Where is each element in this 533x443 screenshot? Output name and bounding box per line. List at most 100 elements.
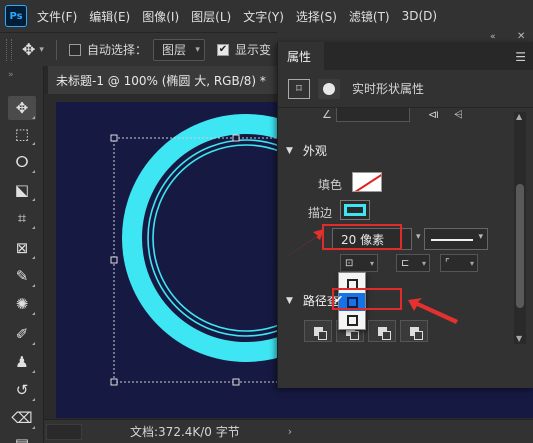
mask-properties-icon[interactable]: [318, 78, 340, 99]
document-tab-bar: 未标题-1 @ 100% (椭圆 大, RGB/8) *: [44, 66, 288, 94]
gradient-tool-icon: ▤: [15, 435, 29, 443]
move-tool-icon: ✥: [15, 99, 29, 117]
photoshop-logo: Ps: [5, 5, 27, 27]
align-outside-icon: [346, 314, 358, 326]
spot-heal-tool-icon: ✺: [15, 295, 29, 313]
eyedropper-tool-icon: ✎: [15, 267, 29, 285]
chevron-down-icon: ▾: [478, 232, 483, 242]
stroke-align-dropdown[interactable]: ⊡ ▾: [340, 254, 378, 272]
stroke-corners-dropdown[interactable]: ⌜ ▾: [440, 254, 478, 272]
crop-tool-button[interactable]: ⌗: [8, 206, 36, 230]
path-ops-section-header[interactable]: ▼ 路径查: [286, 292, 339, 309]
combine-shapes-icon: [313, 326, 327, 340]
brush-tool-button[interactable]: ✐: [8, 322, 36, 346]
auto-select-checkbox[interactable]: [68, 43, 81, 56]
document-tab[interactable]: 未标题-1 @ 100% (椭圆 大, RGB/8) *: [48, 66, 288, 94]
auto-select-label: 自动选择：: [86, 43, 147, 57]
status-bar: 文档:372.4K/0 字节 ›: [44, 419, 533, 443]
brush-tool-icon: ✐: [15, 325, 29, 343]
chevron-down-icon: ▾: [469, 258, 474, 268]
eraser-tool-button[interactable]: ⌫: [8, 406, 36, 430]
intersect-shapes-button[interactable]: [368, 320, 396, 342]
tool-group-indicator: [32, 170, 35, 173]
object-select-tool-icon: ⬕: [14, 181, 30, 199]
fill-swatch[interactable]: [352, 172, 382, 192]
menu-layer[interactable]: 图层(L): [191, 8, 231, 25]
exclude-overlap-icon: [409, 326, 423, 340]
collapse-panels-icon[interactable]: «: [490, 32, 496, 42]
scrollbar-thumb[interactable]: [516, 184, 524, 308]
lasso-tool-icon: ⵔ: [15, 153, 29, 171]
eyedropper-tool-button[interactable]: ✎: [8, 264, 36, 288]
chevron-down-icon[interactable]: ▾: [416, 232, 421, 242]
angle-field[interactable]: [336, 108, 410, 122]
shape-properties-row: ⌑ 实时形状属性: [278, 70, 533, 108]
menu-image[interactable]: 图像(I): [142, 8, 179, 25]
history-brush-tool-button[interactable]: ↺: [8, 378, 36, 402]
toolbar-collapse-icon[interactable]: »: [8, 70, 15, 80]
menu-type[interactable]: 文字(Y): [243, 8, 284, 25]
stroke-swatch[interactable]: [340, 200, 370, 220]
flip-horizontal-icon[interactable]: ⧏: [428, 108, 439, 121]
chevron-down-icon: ▾: [421, 258, 426, 268]
stamp-tool-button[interactable]: ♟: [8, 350, 36, 374]
transform-handle: [110, 134, 118, 142]
shape-properties-title: 实时形状属性: [352, 82, 425, 96]
chevron-right-icon[interactable]: ›: [288, 425, 292, 438]
document-info: 文档:372.4K/0 字节: [130, 425, 240, 439]
shape-properties-icon[interactable]: ⌑: [288, 78, 310, 99]
no-fill-slash: [353, 173, 381, 191]
scroll-down-icon[interactable]: ▼: [516, 334, 522, 343]
properties-panel: 属性 ☰ ⌑ 实时形状属性 ∠ ⧏ ⩤ ▼ 外观 填色 描边 20 像素 ▾ ▾…: [277, 42, 533, 388]
intersect-shapes-icon: [377, 326, 391, 340]
auto-select-target-dropdown[interactable]: 图层 ▾: [152, 38, 205, 61]
menu-bar: Ps 文件(F) 编辑(E) 图像(I) 图层(L) 文字(Y) 选择(S) 滤…: [0, 0, 533, 32]
exclude-overlap-button[interactable]: [400, 320, 428, 342]
frame-tool-icon: ⊠: [15, 239, 29, 257]
align-inside-icon: ⊡: [345, 257, 354, 269]
chevron-down-icon: ▼: [286, 295, 293, 306]
chevron-down-icon[interactable]: ▾: [39, 45, 44, 55]
scroll-up-icon[interactable]: ▲: [516, 112, 522, 121]
angle-icon: ∠: [322, 108, 332, 121]
tab-properties[interactable]: 属性: [278, 42, 324, 70]
panel-menu-icon[interactable]: ☰: [515, 50, 526, 64]
menu-select[interactable]: 选择(S): [296, 8, 337, 25]
tools-panel: » ✥ ⬚ ⵔ ⬕ ⌗ ⊠ ✎ ✺ ✐ ♟ ↺ ⌫ ▤: [0, 66, 44, 443]
marquee-tool-button[interactable]: ⬚: [8, 122, 36, 146]
combine-shapes-button[interactable]: [304, 320, 332, 342]
options-bar-grip[interactable]: [6, 38, 12, 61]
chevron-down-icon: ▾: [369, 258, 374, 268]
solid-line-icon: [431, 239, 473, 241]
caps-icon: ⊏: [401, 257, 410, 269]
object-select-tool-button[interactable]: ⬕: [8, 178, 36, 202]
gradient-tool-button[interactable]: ▤: [8, 432, 36, 443]
tool-group-indicator: [32, 284, 35, 287]
menu-edit[interactable]: 编辑(E): [89, 8, 130, 25]
close-icon[interactable]: ✕: [517, 31, 525, 42]
panel-scrollbar[interactable]: ▲ ▼: [514, 112, 526, 344]
spot-heal-tool-button[interactable]: ✺: [8, 292, 36, 316]
menu-filter[interactable]: 滤镜(T): [349, 8, 390, 25]
zoom-field[interactable]: [46, 423, 82, 440]
lasso-tool-button[interactable]: ⵔ: [8, 150, 36, 174]
menu-file[interactable]: 文件(F): [37, 8, 77, 25]
chevron-down-icon: ▼: [286, 145, 293, 156]
tool-group-indicator: [32, 312, 35, 315]
frame-tool-button[interactable]: ⊠: [8, 236, 36, 260]
move-tool-button[interactable]: ✥: [8, 96, 36, 120]
show-transform-checkbox[interactable]: ✔: [216, 43, 229, 56]
stroke-caps-dropdown[interactable]: ⊏ ▾: [396, 254, 430, 272]
show-transform-label: 显示变: [234, 43, 271, 57]
panel-header: 属性 ☰: [278, 42, 533, 70]
stroke-type-dropdown[interactable]: ▾: [424, 228, 488, 250]
appearance-section-header[interactable]: ▼ 外观: [286, 142, 327, 159]
transform-handle: [232, 378, 240, 386]
tool-group-indicator: [32, 226, 35, 229]
menu-3d[interactable]: 3D(D): [402, 9, 437, 23]
tool-group-indicator: [32, 342, 35, 345]
tool-group-indicator: [32, 116, 35, 119]
move-tool-preset-icon[interactable]: ✥: [22, 40, 35, 59]
align-outside-option[interactable]: [339, 311, 365, 329]
flip-vertical-icon[interactable]: ⩤: [454, 108, 463, 122]
